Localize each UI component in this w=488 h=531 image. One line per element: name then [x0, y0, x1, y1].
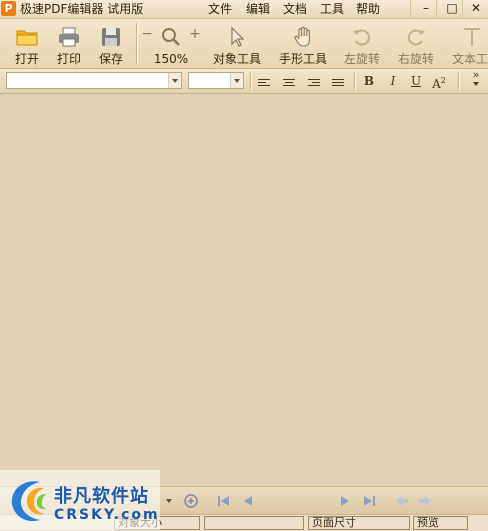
toolbar-separator	[136, 23, 138, 64]
preview-panel: 预览	[413, 516, 468, 530]
zoom-out-label: −	[141, 26, 153, 42]
underline-button[interactable]: U	[406, 72, 426, 90]
zoom-tool[interactable]: 150%	[153, 19, 189, 68]
menu-edit[interactable]: 编辑	[246, 1, 270, 17]
object-tool-label: 对象工具	[212, 52, 261, 66]
crsky-logo-icon	[11, 481, 46, 522]
zoom-level: 150%	[153, 52, 189, 66]
object-tool-button[interactable]: 对象工具	[208, 19, 266, 68]
first-page-icon[interactable]	[216, 493, 232, 509]
forward-view-icon[interactable]	[417, 493, 433, 509]
magnifier-icon	[162, 28, 180, 46]
app-logo-icon: P	[1, 1, 16, 16]
zoom-dropdown-arrow[interactable]	[163, 494, 175, 508]
chevron-down-icon	[473, 82, 479, 86]
align-justify-button[interactable]	[328, 72, 348, 90]
align-left-icon	[258, 79, 270, 89]
menu-tools[interactable]: 工具	[320, 1, 344, 17]
print-label: 打印	[56, 52, 81, 66]
format-toolbar: B I U A2 »	[0, 69, 488, 94]
main-toolbar: 打开 打印 保存 − 150% + 对象工具 手形工具 左旋转 右旋转 文本工	[0, 19, 488, 69]
format-separator	[250, 72, 252, 90]
zoom-in-button[interactable]: +	[188, 19, 202, 68]
format-separator	[458, 72, 460, 90]
rotate-right-button[interactable]: 右旋转	[392, 19, 440, 68]
last-page-icon[interactable]	[361, 493, 377, 509]
rotate-right-label: 右旋转	[397, 52, 434, 66]
menu-document[interactable]: 文档	[283, 1, 307, 17]
rotate-left-icon	[353, 29, 370, 46]
page-size-panel: 页面尺寸	[308, 516, 410, 530]
hand-icon	[294, 26, 310, 47]
save-label: 保存	[98, 52, 123, 66]
watermark-title: 非凡软件站	[54, 486, 149, 507]
bold-button[interactable]: B	[359, 72, 379, 90]
superscript-button[interactable]: A2	[429, 72, 449, 91]
status-panel-empty	[204, 516, 304, 530]
next-page-icon[interactable]	[337, 493, 353, 509]
watermark-overlay: 非凡软件站 CRSKY.com	[0, 470, 160, 530]
double-chevron-icon: »	[472, 68, 480, 81]
print-button[interactable]: 打印	[50, 19, 88, 68]
align-center-button[interactable]	[279, 72, 299, 90]
align-right-button[interactable]	[304, 72, 324, 90]
back-view-icon[interactable]	[394, 493, 410, 509]
folder-icon	[16, 30, 38, 46]
toolbar-overflow-button[interactable]: »	[468, 69, 484, 87]
italic-button[interactable]: I	[383, 72, 403, 90]
zoom-fit-icon[interactable]	[183, 493, 199, 509]
close-button[interactable]: ✕	[462, 0, 488, 17]
chevron-down-icon	[168, 73, 181, 88]
format-separator	[354, 72, 356, 90]
previous-page-icon[interactable]	[240, 493, 256, 509]
open-button[interactable]: 打开	[8, 19, 46, 68]
title-bar: P 极速PDF编辑器 试用版 文件 编辑 文档 工具 帮助 – □ ✕	[0, 0, 488, 19]
menu-file[interactable]: 文件	[208, 1, 232, 17]
window-title: 极速PDF编辑器 试用版	[20, 2, 144, 16]
zoom-in-label: +	[189, 26, 201, 42]
text-tool-label: 文本工	[452, 52, 488, 66]
menu-help[interactable]: 帮助	[356, 1, 380, 17]
superscript-letter: A	[432, 77, 441, 91]
chevron-down-icon	[166, 499, 172, 503]
font-name-select[interactable]	[6, 72, 182, 89]
watermark-subtitle: CRSKY.com	[54, 507, 160, 523]
align-justify-icon	[332, 79, 344, 89]
open-label: 打开	[14, 52, 39, 66]
hand-tool-label: 手形工具	[278, 52, 327, 66]
floppy-disk-icon	[102, 28, 120, 46]
font-size-select[interactable]	[188, 72, 244, 89]
align-center-icon	[283, 79, 295, 89]
document-canvas[interactable]	[0, 94, 488, 485]
chevron-down-icon	[230, 73, 243, 88]
text-t-icon	[464, 28, 480, 46]
rotate-left-button[interactable]: 左旋转	[338, 19, 386, 68]
rotate-left-label: 左旋转	[343, 52, 380, 66]
superscript-mark: 2	[440, 76, 446, 85]
pointer-arrow-icon	[231, 26, 245, 47]
align-left-button[interactable]	[254, 72, 274, 90]
zoom-out-button[interactable]: −	[140, 19, 154, 68]
align-right-icon	[308, 79, 320, 89]
save-button[interactable]: 保存	[92, 19, 130, 68]
printer-icon	[59, 27, 79, 47]
text-tool-button[interactable]: 文本工	[448, 19, 488, 68]
rotate-right-icon	[408, 29, 425, 46]
hand-tool-button[interactable]: 手形工具	[276, 19, 330, 68]
